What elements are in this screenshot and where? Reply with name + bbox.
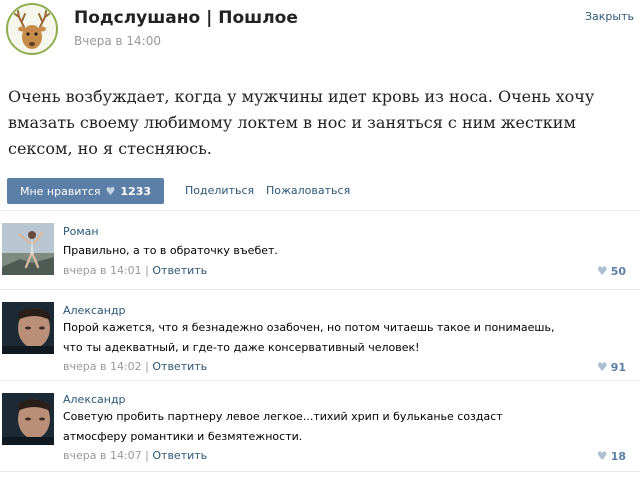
user-photo-icon xyxy=(2,393,54,445)
comment-text: Советую пробить партнеру левое легкое...… xyxy=(63,410,503,443)
comment-author[interactable]: Александр xyxy=(63,304,126,317)
heart-icon: ♥ xyxy=(596,449,608,463)
comment-time[interactable]: вчера в 14:01 xyxy=(63,264,142,277)
comment-like-button[interactable]: ♥ 18 xyxy=(597,449,626,463)
comment-author[interactable]: Роман xyxy=(63,225,99,238)
user-photo-icon xyxy=(2,223,54,275)
comment-like-button[interactable]: ♥ 50 xyxy=(597,264,626,278)
comment-meta: вчера в 14:01 | Ответить xyxy=(63,264,207,277)
comment-author[interactable]: Александр xyxy=(63,393,126,406)
comment-text: Порой кажется, что я безнадежно озабочен… xyxy=(63,321,555,354)
avatar[interactable] xyxy=(2,223,54,275)
comment-meta: вчера в 14:07 | Ответить xyxy=(63,449,207,462)
comment-item: Роман Правильно, а то в обраточку въебет… xyxy=(0,210,640,289)
share-link[interactable]: Поделиться xyxy=(185,184,254,197)
meta-separator: | xyxy=(145,449,149,462)
like-count: 1233 xyxy=(120,184,152,198)
comment-time[interactable]: вчера в 14:07 xyxy=(63,449,142,462)
comment-time[interactable]: вчера в 14:02 xyxy=(63,360,142,373)
avatar[interactable] xyxy=(2,393,54,445)
comment-meta: вчера в 14:02 | Ответить xyxy=(63,360,207,373)
comment-text: Правильно, а то в обраточку въебет. xyxy=(63,244,278,257)
meta-separator: | xyxy=(145,360,149,373)
post-date[interactable]: Вчера в 14:00 xyxy=(74,34,161,48)
heart-icon: ♥ xyxy=(596,264,608,278)
like-label: Мне нравится xyxy=(19,184,101,198)
heart-icon: ♥ xyxy=(105,184,116,198)
post-text: Очень возбуждает, когда у мужчины идет к… xyxy=(8,87,595,158)
report-link[interactable]: Пожаловаться xyxy=(266,184,350,197)
group-avatar[interactable] xyxy=(6,3,58,55)
group-name[interactable]: Подслушано | Пошлое xyxy=(74,8,298,28)
close-button[interactable]: Закрыть xyxy=(585,10,634,23)
comment-like-button[interactable]: ♥ 91 xyxy=(597,360,626,374)
user-photo-icon xyxy=(2,302,54,354)
comment-like-count: 50 xyxy=(610,264,626,278)
comment-like-count: 91 xyxy=(610,360,626,374)
comment-item: Александр Порой кажется, что я безнадежн… xyxy=(0,289,640,380)
comment-like-count: 18 xyxy=(610,449,626,463)
like-button[interactable]: Мне нравится ♥ 1233 xyxy=(7,178,164,204)
deer-icon xyxy=(14,10,50,49)
reply-link[interactable]: Ответить xyxy=(152,264,207,277)
avatar[interactable] xyxy=(2,302,54,354)
comment-item: Александр Советую пробить партнеру левое… xyxy=(0,380,640,472)
post-header: Подслушано | Пошлое Вчера в 14:00 Закрыт… xyxy=(0,0,640,64)
reply-link[interactable]: Ответить xyxy=(152,360,207,373)
meta-separator: | xyxy=(145,264,149,277)
heart-icon: ♥ xyxy=(596,360,608,374)
reply-link[interactable]: Ответить xyxy=(152,449,207,462)
